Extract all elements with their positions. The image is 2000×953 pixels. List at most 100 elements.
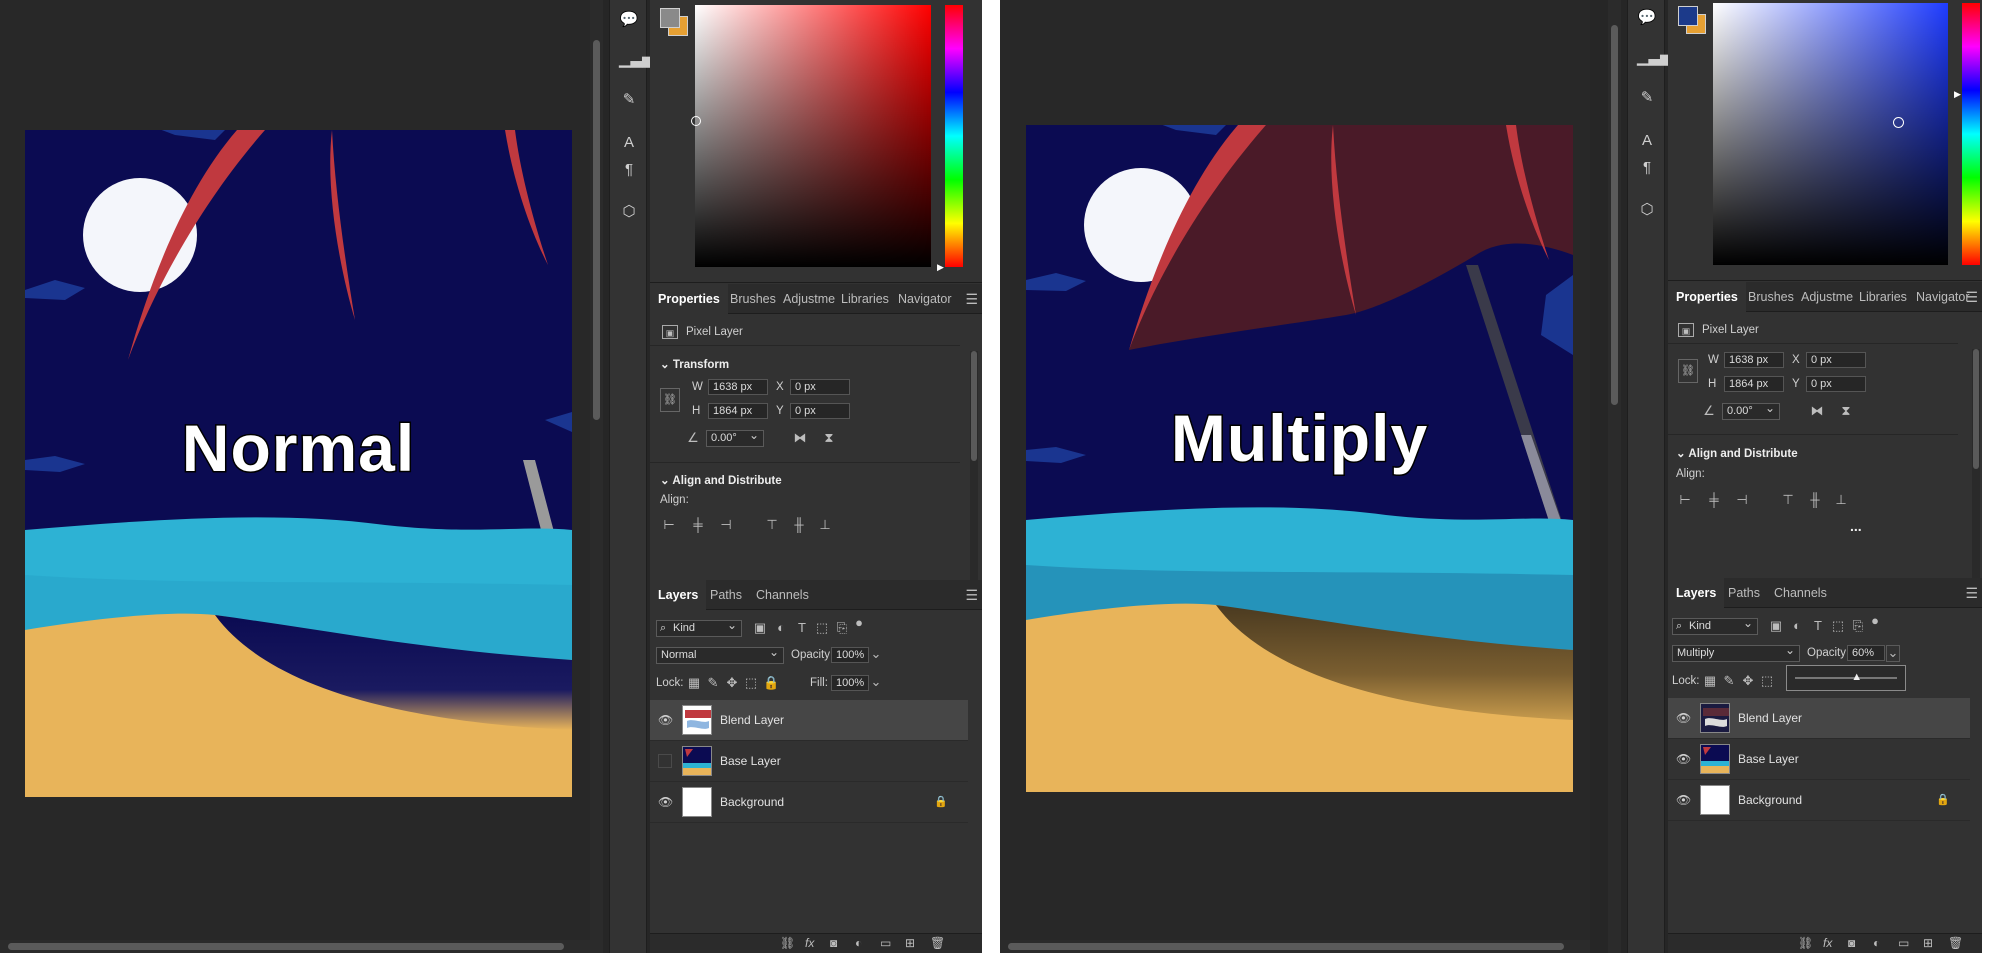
comment-icon[interactable]: 💬 [1637,8,1657,28]
height-field[interactable]: 1864 px [708,403,768,419]
color-picker-cursor[interactable] [691,116,701,126]
properties-scrollbar[interactable] [970,351,978,583]
align-horizontal-center-icon[interactable]: ╪ [1707,493,1721,507]
hue-slider-handle[interactable]: ▶ [1954,89,1961,100]
filter-pixel-icon[interactable]: ▣ [753,621,767,635]
layers-panel-menu-icon[interactable]: ☰ [965,580,978,610]
x-position-field[interactable]: 0 px [790,379,850,395]
link-layers-icon[interactable]: ⛓ [780,936,795,950]
fill-field[interactable]: 100% [831,675,869,691]
tab-channels[interactable]: Channels [748,580,817,610]
lock-transparent-icon[interactable]: ▦ [687,676,701,690]
color-picker-cursor[interactable] [1893,117,1904,128]
eye-icon[interactable]: 👁 [658,713,673,727]
document-canvas[interactable]: Multiply [1026,125,1573,792]
foreground-color-swatch[interactable] [1678,6,1698,26]
tab-libraries[interactable]: Libraries [833,284,897,314]
flip-vertical-icon[interactable]: ⧗ [820,431,838,445]
align-left-icon[interactable]: ⊢ [662,518,676,532]
filter-shape-icon[interactable]: ⬚ [815,621,829,635]
layer-style-fx-icon[interactable]: fx [1823,936,1832,950]
panel-menu-icon[interactable]: ☰ [1965,282,1978,312]
tab-properties[interactable]: Properties [650,284,728,314]
paragraph-icon[interactable]: ¶ [619,160,639,180]
filter-adjustment-icon[interactable]: ◐ [774,621,788,635]
delete-layer-icon[interactable]: 🗑 [1948,936,1963,950]
horizontal-scrollbar[interactable] [0,940,590,953]
filter-type-icon[interactable]: T [795,621,809,635]
lock-artboard-icon[interactable]: ⬚ [744,676,758,690]
align-distribute-section-toggle[interactable]: ⌄ Align and Distribute [1676,446,1798,460]
properties-scrollbar[interactable] [1972,349,1980,579]
character-icon[interactable]: A [1637,131,1657,151]
layer-lock-icon[interactable]: 🔒 [1936,793,1950,806]
hue-slider-handle[interactable]: ▶ [937,262,944,273]
filter-smart-object-icon[interactable]: ⎘ [835,621,849,635]
3d-cube-icon[interactable]: ⬡ [619,202,639,222]
align-vertical-center-icon[interactable]: ╫ [1808,493,1822,507]
layer-row-base-layer[interactable]: Base Layer [650,741,968,782]
layer-style-fx-icon[interactable]: fx [805,936,814,950]
filter-toggle-icon[interactable]: ● [1868,614,1882,628]
saturation-brightness-field[interactable] [1713,3,1948,265]
layer-row-blend-layer[interactable]: 👁 Blend Layer [650,700,968,741]
align-left-icon[interactable]: ⊢ [1678,493,1692,507]
rotation-angle-field[interactable]: 0.00° [706,428,764,447]
horizontal-scrollbar[interactable] [1000,940,1590,953]
eye-icon[interactable]: 👁 [1676,711,1691,725]
layer-filter-dropdown[interactable]: ⌕ Kind [1672,616,1758,635]
saturation-brightness-field[interactable] [691,5,931,267]
tab-layers[interactable]: Layers [650,580,707,610]
flip-horizontal-icon[interactable]: ⧓ [1808,404,1826,418]
width-field[interactable]: 1638 px [1724,352,1784,368]
eye-icon[interactable]: 👁 [1676,752,1691,766]
tab-navigator[interactable]: Navigator [890,284,960,314]
vertical-scrollbar[interactable] [1608,0,1621,953]
tab-libraries[interactable]: Libraries [1851,282,1915,312]
delete-layer-icon[interactable]: 🗑 [930,936,945,950]
lock-position-icon[interactable]: ✥ [725,676,739,690]
align-top-icon[interactable]: ⊤ [1781,493,1795,507]
more-options-button[interactable]: ... [1850,518,1862,534]
filter-adjustment-icon[interactable]: ◐ [1790,619,1804,633]
hue-slider[interactable]: ▶ [1954,3,1980,265]
flip-horizontal-icon[interactable]: ⧓ [791,431,809,445]
3d-cube-icon[interactable]: ⬡ [1637,200,1657,220]
tab-paths[interactable]: Paths [702,580,750,610]
opacity-slider-handle[interactable]: ▲ [1851,671,1862,683]
filter-smart-object-icon[interactable]: ⎘ [1851,619,1865,633]
opacity-field[interactable]: 100% [831,647,869,663]
tab-layers[interactable]: Layers [1668,578,1725,608]
new-group-icon[interactable]: ▭ [880,936,891,950]
x-position-field[interactable]: 0 px [1806,352,1866,368]
lock-image-icon[interactable]: ✎ [1722,674,1736,688]
panel-menu-icon[interactable]: ☰ [965,284,978,314]
document-canvas-area[interactable]: Normal [0,0,590,953]
blend-mode-dropdown[interactable]: Normal [656,645,784,664]
character-icon[interactable]: A [619,133,639,153]
align-distribute-section-toggle[interactable]: ⌄ Align and Distribute [660,473,782,487]
tab-paths[interactable]: Paths [1720,578,1768,608]
flip-vertical-icon[interactable]: ⧗ [1837,404,1855,418]
adjustment-layer-icon[interactable]: ◐ [855,936,862,950]
layer-row-background[interactable]: 👁 Background 🔒 [650,782,968,823]
opacity-field[interactable]: 60% [1847,645,1885,661]
eye-icon[interactable]: 👁 [658,795,673,809]
align-top-icon[interactable]: ⊤ [765,518,779,532]
histogram-icon[interactable]: ▁▃▅ [1637,48,1672,68]
document-canvas[interactable]: Normal [25,130,572,797]
y-position-field[interactable]: 0 px [1806,376,1866,392]
histogram-icon[interactable]: ▁▃▅ [619,50,654,70]
add-mask-icon[interactable]: ◙ [830,936,837,950]
filter-type-icon[interactable]: T [1811,619,1825,633]
align-vertical-center-icon[interactable]: ╫ [792,518,806,532]
filter-pixel-icon[interactable]: ▣ [1769,619,1783,633]
eye-hidden-icon[interactable] [658,754,672,768]
align-bottom-icon[interactable]: ⊥ [1834,493,1848,507]
lock-artboard-icon[interactable]: ⬚ [1760,674,1774,688]
foreground-color-swatch[interactable] [660,8,680,28]
rotation-angle-field[interactable]: 0.00° [1722,401,1780,420]
layer-filter-dropdown[interactable]: ⌕ Kind [656,618,742,637]
vertical-scrollbar[interactable] [590,0,603,953]
paragraph-icon[interactable]: ¶ [1637,158,1657,178]
